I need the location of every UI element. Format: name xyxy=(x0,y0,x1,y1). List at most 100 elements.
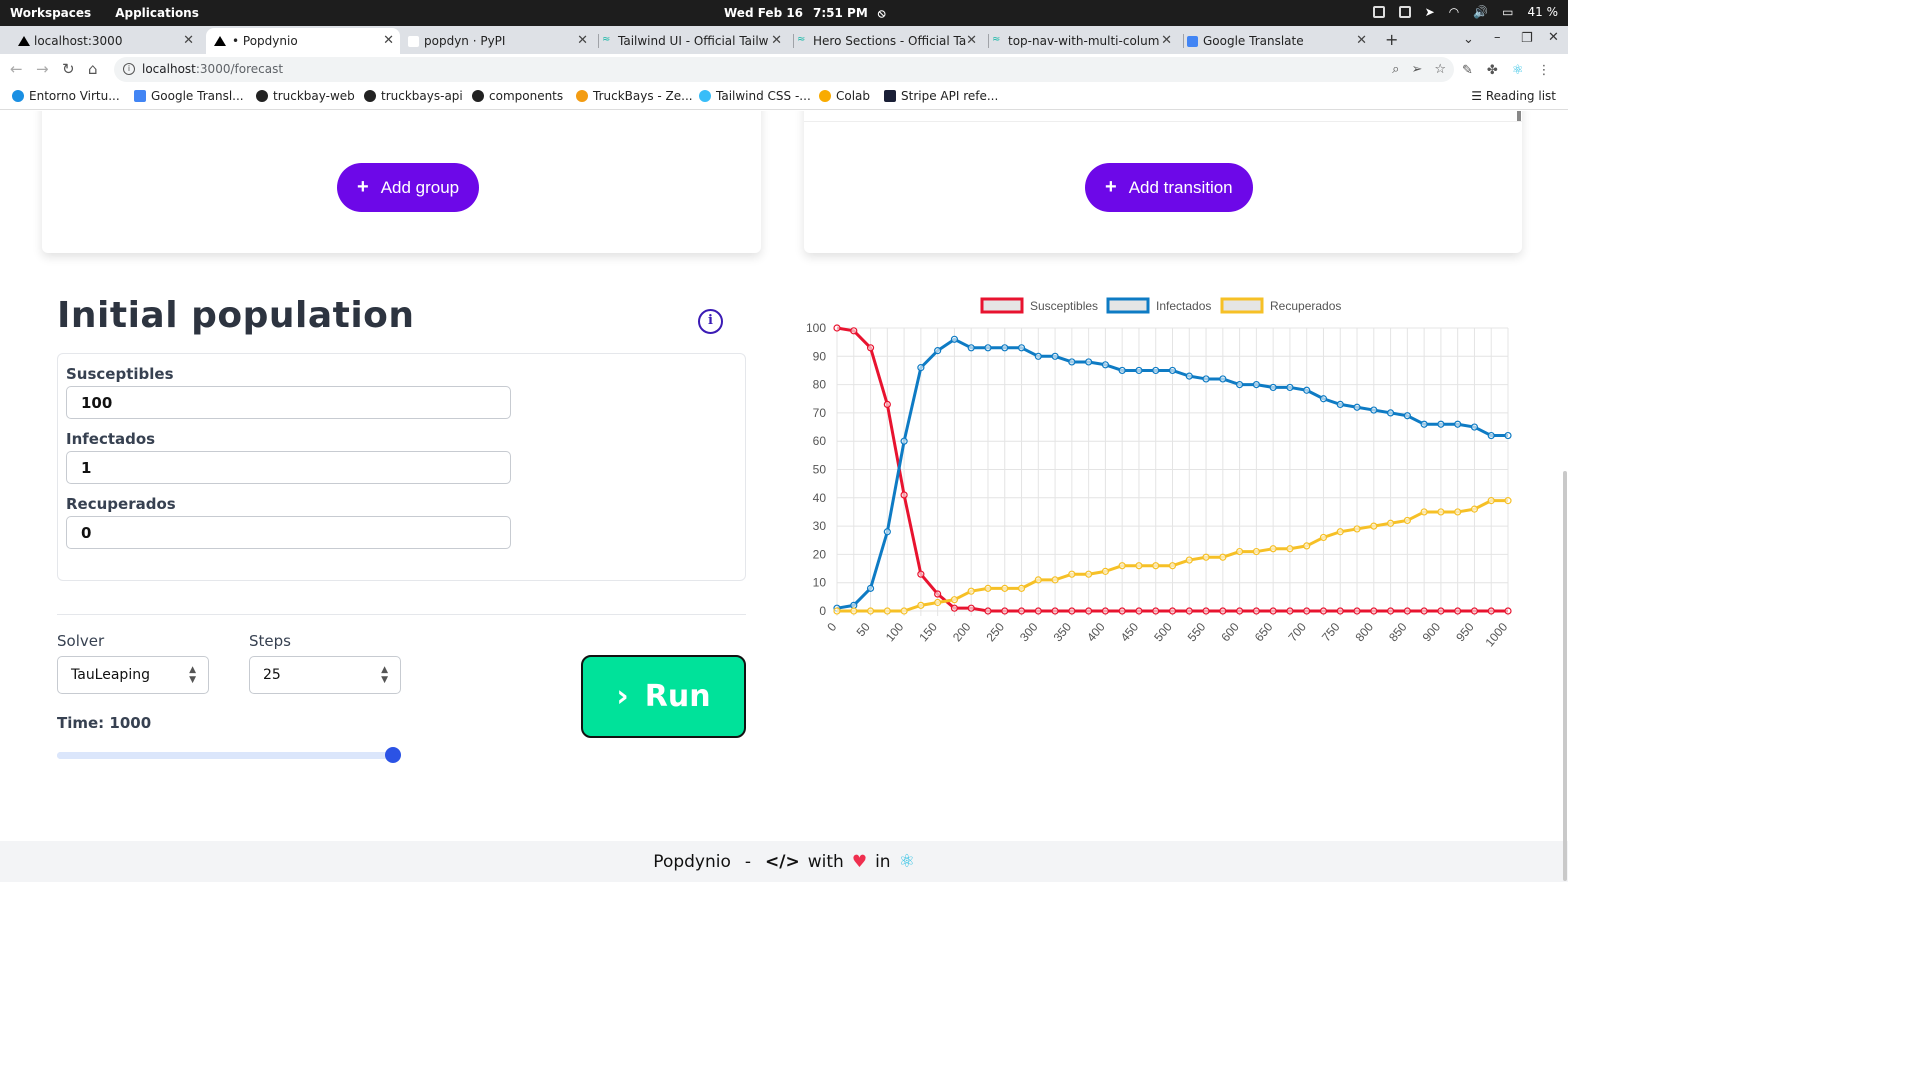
data-point-recuperados xyxy=(1403,516,1411,525)
address-bar[interactable]: i localhost:3000/forecast ⌕ ➢ ☆ xyxy=(114,57,1454,82)
data-point-susceptibles xyxy=(850,327,858,335)
vercel-favicon-icon xyxy=(214,36,226,46)
x-tick-label: 350 xyxy=(1051,620,1075,645)
close-tab-icon[interactable]: ✕ xyxy=(771,33,782,48)
tab-google-translate[interactable]: Google Translate ✕ xyxy=(1183,28,1373,54)
data-point-recuperados xyxy=(1252,547,1260,556)
puzzle-icon[interactable]: ✤ xyxy=(1487,63,1498,78)
reading-list[interactable]: ☰ Reading list xyxy=(1471,89,1556,103)
zoom-icon[interactable]: ⌕ xyxy=(1392,62,1399,77)
reload-icon[interactable]: ↻ xyxy=(62,60,75,78)
select-chevrons-icon: ▲ ▼ xyxy=(189,665,196,685)
add-group-button[interactable]: + Add group xyxy=(337,163,480,212)
x-tick-label: 800 xyxy=(1352,620,1376,645)
bookmark-item[interactable]: TruckBays - Ze... xyxy=(576,89,693,103)
clock[interactable]: Wed Feb 16 7:51 PM ⦸ xyxy=(724,6,886,21)
close-tab-icon[interactable]: ✕ xyxy=(183,33,194,48)
x-tick-label: 300 xyxy=(1017,620,1041,645)
screen-icon[interactable] xyxy=(1372,6,1385,18)
bookmark-item[interactable]: truckbay-web xyxy=(256,89,355,103)
minimize-window-icon[interactable]: – xyxy=(1494,30,1501,45)
tab-hero-sections[interactable]: ≈ Hero Sections - Official Ta ✕ xyxy=(793,28,983,54)
x-tick-label: 450 xyxy=(1118,620,1142,645)
x-tick-label: 200 xyxy=(950,620,974,645)
bookmark-item[interactable]: Stripe API refe... xyxy=(884,89,998,103)
close-tab-icon[interactable]: ✕ xyxy=(966,33,977,48)
forward-icon[interactable]: → xyxy=(36,60,49,78)
data-point-infectados xyxy=(1236,380,1244,389)
info-icon[interactable]: i xyxy=(698,309,723,334)
wifi-icon[interactable]: ◠ xyxy=(1449,5,1459,19)
bookmark-item[interactable]: components xyxy=(472,89,563,103)
tab-search-chevron-icon[interactable]: ⌄ xyxy=(1463,32,1474,47)
data-point-susceptibles xyxy=(1470,607,1479,615)
tab-tailwind-ui[interactable]: ≈ Tailwind UI - Official Tailw ✕ xyxy=(598,28,788,54)
susceptibles-input[interactable]: 100 xyxy=(66,386,511,419)
tab-title: • Popdynio xyxy=(232,34,298,48)
bookmark-item[interactable]: Google Transl... xyxy=(134,89,244,103)
telegram-icon[interactable]: ➤ xyxy=(1425,5,1435,19)
workspaces-menu[interactable]: Workspaces xyxy=(10,6,91,20)
tab-pypi[interactable]: popdyn · PyPI ✕ xyxy=(404,28,594,54)
legend-label: Recuperados xyxy=(1270,299,1341,313)
solver-label: Solver xyxy=(57,632,105,650)
run-button[interactable]: › Run xyxy=(581,655,746,738)
maximize-window-icon[interactable]: ❐ xyxy=(1521,31,1533,46)
tab-popdynio[interactable]: • Popdynio ✕ xyxy=(206,28,400,54)
transitions-card: + Add transition xyxy=(804,111,1522,253)
close-tab-icon[interactable]: ✕ xyxy=(1161,33,1172,48)
data-point-recuperados xyxy=(950,596,959,604)
bookmark-item[interactable]: truckbays-api xyxy=(364,89,463,103)
select-chevrons-icon: ▲ ▼ xyxy=(381,665,388,685)
home-icon[interactable]: ⌂ xyxy=(88,60,98,78)
bookmark-item[interactable]: Colab xyxy=(819,89,870,103)
u-extension-icon[interactable] xyxy=(1398,6,1411,18)
bookmark-item[interactable]: Entorno Virtu... xyxy=(12,89,120,103)
send-icon[interactable]: ➢ xyxy=(1411,62,1422,77)
page-title: Initial population xyxy=(57,295,415,336)
bookmark-item[interactable]: Tailwind CSS -... xyxy=(699,89,811,103)
data-point-susceptibles xyxy=(1454,607,1462,615)
tab-localhost[interactable]: localhost:3000 ✕ xyxy=(14,28,200,54)
page-scrollbar[interactable] xyxy=(1563,471,1567,881)
x-tick-label: 100 xyxy=(883,620,907,645)
close-window-icon[interactable]: ✕ xyxy=(1548,30,1559,45)
data-point-recuperados xyxy=(883,607,891,615)
add-transition-button[interactable]: + Add transition xyxy=(1085,163,1253,212)
volume-icon[interactable]: 🔊 xyxy=(1473,5,1488,19)
extension-icon[interactable]: ✎ xyxy=(1462,63,1473,78)
data-point-infectados xyxy=(1286,383,1294,392)
card-scrollbar[interactable] xyxy=(1517,111,1521,121)
data-point-susceptibles xyxy=(1202,607,1210,615)
data-point-susceptibles xyxy=(1386,607,1395,615)
data-point-infectados xyxy=(1185,372,1193,380)
bookmark-star-icon[interactable]: ☆ xyxy=(1434,62,1446,77)
steps-select[interactable]: 25 ▲ ▼ xyxy=(249,656,401,694)
solver-select[interactable]: TauLeaping ▲ ▼ xyxy=(57,656,209,694)
x-tick-label: 500 xyxy=(1151,620,1175,645)
site-info-icon[interactable]: i xyxy=(123,63,135,75)
react-devtools-icon[interactable]: ⚛ xyxy=(1512,63,1524,78)
url-host: localhost xyxy=(142,62,196,76)
tab-top-nav[interactable]: ≈ top-nav-with-multi-colum ✕ xyxy=(988,28,1178,54)
back-icon[interactable]: ← xyxy=(10,60,23,78)
github-icon xyxy=(364,90,376,102)
battery-icon[interactable]: ▭ xyxy=(1502,5,1513,19)
data-point-susceptibles xyxy=(1252,607,1260,615)
time-slider-thumb[interactable] xyxy=(385,747,401,763)
recuperados-input[interactable]: 0 xyxy=(66,516,511,549)
menu-kebab-icon[interactable]: ⋮ xyxy=(1537,63,1550,78)
data-point-recuperados xyxy=(1269,545,1277,553)
data-point-infectados xyxy=(917,364,925,372)
data-point-recuperados xyxy=(917,601,925,609)
infectados-input[interactable]: 1 xyxy=(66,451,511,484)
legend-label: Infectados xyxy=(1156,299,1211,313)
applications-menu[interactable]: Applications xyxy=(115,6,199,20)
close-tab-icon[interactable]: ✕ xyxy=(577,33,588,48)
data-point-recuperados xyxy=(1370,522,1378,530)
close-tab-icon[interactable]: ✕ xyxy=(1356,33,1367,48)
close-tab-icon[interactable]: ✕ xyxy=(383,33,394,48)
new-tab-icon[interactable]: + xyxy=(1385,30,1398,49)
data-point-recuperados xyxy=(1135,562,1143,570)
time-slider[interactable] xyxy=(57,747,401,763)
